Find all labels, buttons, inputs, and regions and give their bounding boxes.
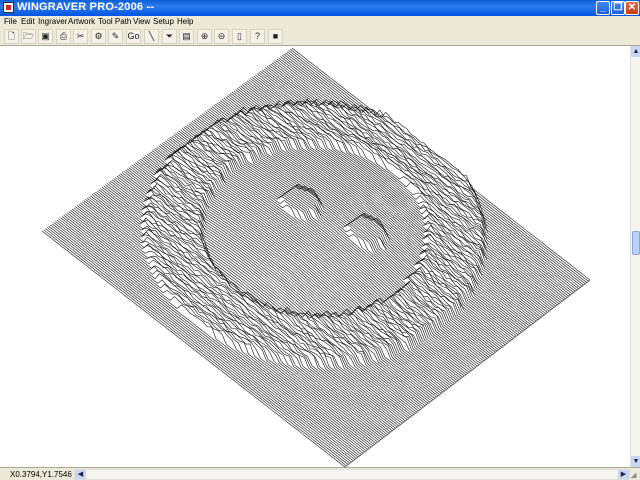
scan-line xyxy=(80,202,383,439)
scan-line xyxy=(81,201,385,438)
scroll-right-arrow[interactable]: ▶ xyxy=(618,470,629,479)
scan-line xyxy=(61,216,365,453)
machine-icon[interactable]: ▤ xyxy=(179,29,194,44)
scan-line xyxy=(70,210,373,447)
scan-line xyxy=(43,229,347,467)
scan-line xyxy=(45,228,349,465)
scan-line xyxy=(131,164,434,400)
scan-line xyxy=(68,211,372,448)
scan-line xyxy=(78,203,382,440)
window-title: WINGRAVER PRO-2006 -- xyxy=(17,1,155,13)
menu-tool-path[interactable]: Tool Path xyxy=(98,16,131,28)
menu-view[interactable]: View xyxy=(133,16,150,28)
scan-line xyxy=(96,190,400,427)
relief-preview xyxy=(41,47,591,467)
toolbar: 🗋 🗁 ▣ ⎙ ✂ ⚙ ✎ Go ╲ ⏷ ▤ ⊕ ⊖ ▯ ? ■ xyxy=(0,28,640,46)
scan-line xyxy=(183,127,484,362)
menu-edit[interactable]: Edit xyxy=(21,16,35,28)
new-file-icon[interactable]: 🗋 xyxy=(4,29,19,44)
menu-setup[interactable]: Setup xyxy=(153,16,174,28)
menu-file[interactable]: File xyxy=(4,16,17,28)
scan-line xyxy=(93,192,396,429)
drawing-canvas[interactable] xyxy=(0,46,630,467)
close-button[interactable]: ✕ xyxy=(625,1,639,15)
cut-icon[interactable]: ✂ xyxy=(73,29,88,44)
resize-grip[interactable]: ◢ xyxy=(631,471,639,479)
zoom-out-icon[interactable]: ⊖ xyxy=(214,29,229,44)
scan-line xyxy=(121,172,424,408)
engrave-icon[interactable]: ✎ xyxy=(108,29,123,44)
scroll-left-arrow[interactable]: ◀ xyxy=(75,470,86,479)
print-icon[interactable]: ⎙ xyxy=(56,29,71,44)
stop-icon[interactable]: ■ xyxy=(268,29,283,44)
scan-line xyxy=(63,214,367,452)
menu-ingraver[interactable]: Ingraver xyxy=(38,16,67,28)
minimize-button[interactable]: _ xyxy=(596,1,610,15)
scroll-up-arrow[interactable]: ▲ xyxy=(631,46,640,57)
title-bar: WINGRAVER PRO-2006 -- _ ❐ ✕ xyxy=(0,0,640,16)
save-icon[interactable]: ▣ xyxy=(38,29,53,44)
horizontal-scrollbar[interactable]: ◀ ▶ xyxy=(74,469,630,480)
scan-line xyxy=(58,218,362,455)
cursor-coordinates: X0.3794,Y1.7546 xyxy=(10,470,72,479)
vertical-scroll-thumb[interactable] xyxy=(632,231,640,255)
scan-line xyxy=(200,114,501,349)
scan-line xyxy=(95,191,398,428)
vertical-scrollbar[interactable]: ▲ ▼ xyxy=(630,46,640,467)
menu-help[interactable]: Help xyxy=(177,16,193,28)
scan-line xyxy=(73,207,377,444)
help-icon[interactable]: ? xyxy=(250,29,265,44)
maximize-button[interactable]: ❐ xyxy=(611,1,625,15)
page-icon[interactable]: ▯ xyxy=(232,29,247,44)
menu-bar: File Edit Ingraver Artwork Tool Path Vie… xyxy=(0,16,640,28)
status-bar: X0.3794,Y1.7546 ◀ ▶ ◢ xyxy=(0,467,640,480)
scroll-down-arrow[interactable]: ▼ xyxy=(631,456,640,467)
scan-line xyxy=(291,47,591,281)
zoom-in-icon[interactable]: ⊕ xyxy=(197,29,212,44)
open-file-icon[interactable]: 🗁 xyxy=(21,29,36,44)
scan-line xyxy=(41,230,346,467)
go-icon[interactable]: Go xyxy=(126,29,141,44)
tool-settings-icon[interactable]: ⚙ xyxy=(91,29,106,44)
app-icon[interactable] xyxy=(3,2,14,13)
flip-icon[interactable]: ⏷ xyxy=(162,29,177,44)
menu-artwork[interactable]: Artwork xyxy=(68,16,95,28)
line-tool-icon[interactable]: ╲ xyxy=(144,29,159,44)
scan-line xyxy=(286,51,586,284)
scan-line xyxy=(75,206,378,443)
